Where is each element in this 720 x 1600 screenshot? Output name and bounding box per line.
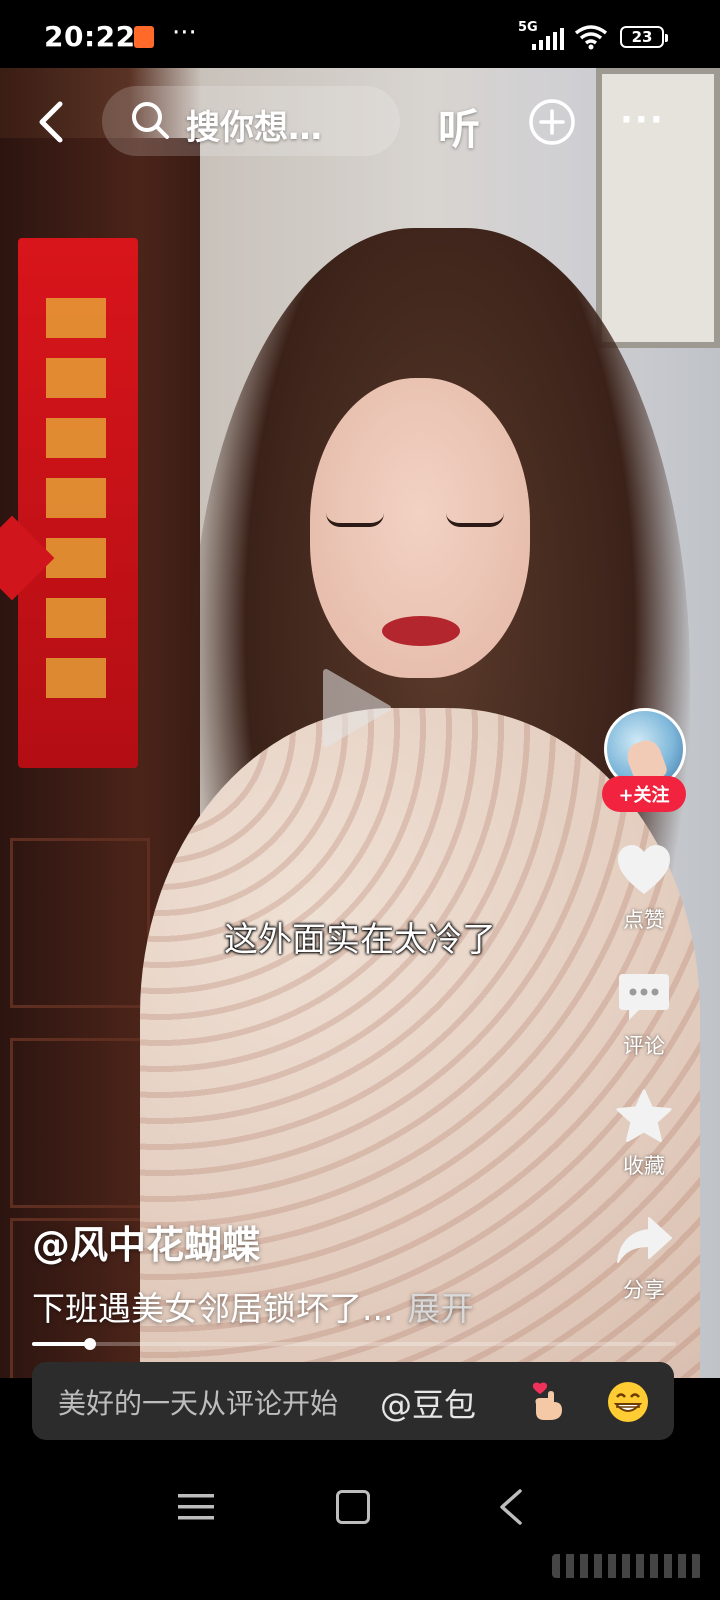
notification-icon	[134, 26, 154, 48]
expand-button[interactable]: 展开	[407, 1289, 473, 1328]
search-icon	[132, 102, 169, 139]
back-icon[interactable]	[30, 100, 74, 144]
post-description[interactable]: 下班遇美女邻居锁坏了... 展开	[32, 1282, 473, 1330]
video-scene-lips	[382, 616, 460, 646]
video-progress-fill	[32, 1342, 90, 1346]
video-progress-knob[interactable]	[84, 1338, 96, 1350]
comment-label: 评论	[623, 1034, 665, 1058]
star-icon	[616, 1089, 672, 1142]
favorite-button[interactable]: 收藏	[606, 1088, 682, 1180]
heart-hand-icon[interactable]	[526, 1380, 570, 1424]
comment-placeholder[interactable]: 美好的一天从评论开始	[58, 1382, 338, 1422]
search-placeholder[interactable]: 搜你想…	[186, 100, 322, 149]
status-time: 20:22	[44, 20, 136, 53]
home-icon[interactable]	[336, 1490, 370, 1524]
favorite-label: 收藏	[623, 1154, 665, 1178]
battery-indicator: 23	[620, 26, 668, 48]
more-icon[interactable]: ···	[620, 100, 665, 140]
share-label: 分享	[623, 1278, 665, 1302]
comment-icon	[619, 974, 669, 1020]
comment-button[interactable]: 评论	[606, 968, 682, 1060]
like-button[interactable]: 点赞	[606, 842, 682, 934]
comment-input-bar[interactable]: 美好的一天从评论开始 @豆包	[32, 1362, 674, 1440]
status-bar: 20:22 ··· 5G 23	[0, 0, 720, 68]
video-scene-eye	[446, 513, 504, 527]
share-button[interactable]: 分享	[606, 1212, 682, 1304]
system-nav-bar	[0, 1450, 720, 1600]
signal-icon	[532, 28, 564, 50]
add-icon[interactable]	[528, 98, 576, 146]
author-name[interactable]: @风中花蝴蝶	[32, 1214, 260, 1269]
wifi-icon	[574, 25, 608, 50]
like-label: 点赞	[623, 908, 665, 932]
video-progress-bar[interactable]	[32, 1338, 676, 1350]
menu-icon[interactable]	[178, 1492, 214, 1522]
door-panel	[10, 1038, 150, 1208]
video-scene-eye	[326, 513, 384, 527]
video-scene-couplet	[18, 238, 138, 768]
top-bar: 搜你想… 听 ···	[0, 80, 720, 160]
heart-icon	[618, 845, 670, 894]
status-more-dots: ···	[172, 18, 197, 48]
nav-back-icon[interactable]	[496, 1488, 526, 1526]
share-icon	[617, 1217, 672, 1263]
play-icon[interactable]	[320, 666, 394, 750]
grin-icon[interactable]	[606, 1380, 650, 1424]
follow-button[interactable]: +关注	[602, 776, 686, 812]
post-description-text: 下班遇美女邻居锁坏了...	[32, 1289, 394, 1328]
listen-button[interactable]: 听	[438, 96, 480, 157]
mention-doubao[interactable]: @豆包	[380, 1380, 476, 1426]
watermark	[552, 1554, 702, 1578]
